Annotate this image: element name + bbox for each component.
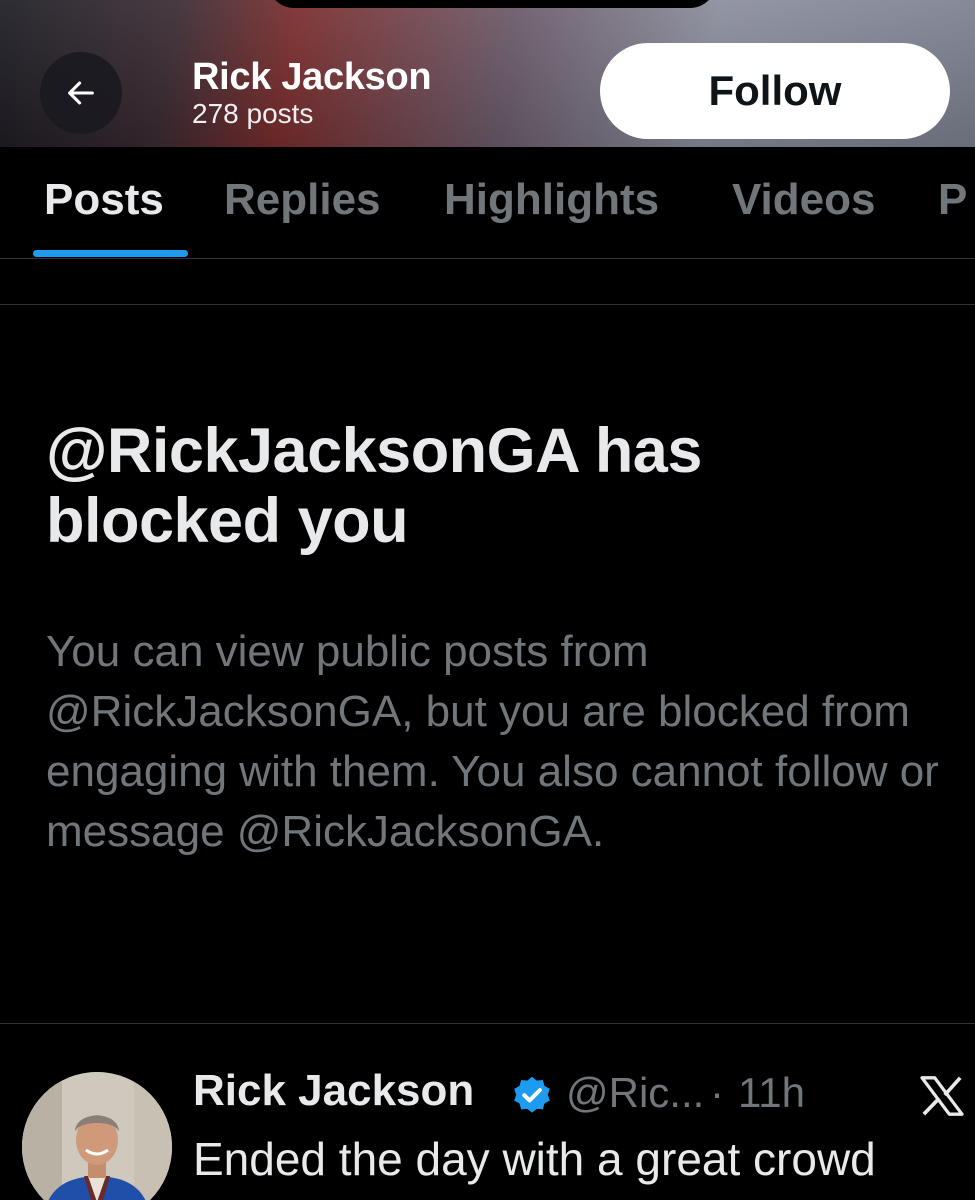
- avatar-photo: [22, 1072, 172, 1200]
- post-text: Ended the day with a great crowd: [193, 1133, 876, 1185]
- tab-photos[interactable]: P: [938, 175, 967, 225]
- post-count: 278 posts: [192, 98, 314, 129]
- post-author-handle[interactable]: @Ric...: [566, 1069, 704, 1117]
- back-button[interactable]: [40, 52, 122, 134]
- verified-badge-icon: [514, 1076, 550, 1113]
- arrow-left-icon: [68, 81, 94, 105]
- post-item[interactable]: Rick Jackson @Ric... · 11h Ended the day…: [0, 1024, 975, 1200]
- tab-highlights[interactable]: Highlights: [444, 175, 659, 225]
- x-logo-icon[interactable]: [920, 1076, 964, 1116]
- profile-header: Rick Jackson 278 posts Follow: [0, 0, 975, 147]
- tab-replies[interactable]: Replies: [224, 175, 381, 225]
- separator-dot: ·: [710, 1069, 724, 1116]
- avatar[interactable]: [22, 1072, 172, 1200]
- post-author-name[interactable]: Rick Jackson: [193, 1066, 474, 1116]
- profile-tabs: Posts Replies Highlights Videos P: [0, 147, 975, 259]
- tab-videos[interactable]: Videos: [732, 175, 875, 225]
- blocked-title: @RickJacksonGA has blocked you: [46, 416, 702, 556]
- device-notch: [268, 0, 716, 8]
- follow-button[interactable]: Follow: [600, 43, 950, 139]
- post-timestamp[interactable]: 11h: [738, 1069, 805, 1117]
- blocked-description: You can view public posts from @RickJack…: [46, 627, 939, 856]
- divider: [0, 304, 975, 305]
- tab-posts[interactable]: Posts: [44, 175, 164, 225]
- active-tab-indicator: [33, 250, 188, 257]
- profile-name: Rick Jackson: [192, 56, 432, 98]
